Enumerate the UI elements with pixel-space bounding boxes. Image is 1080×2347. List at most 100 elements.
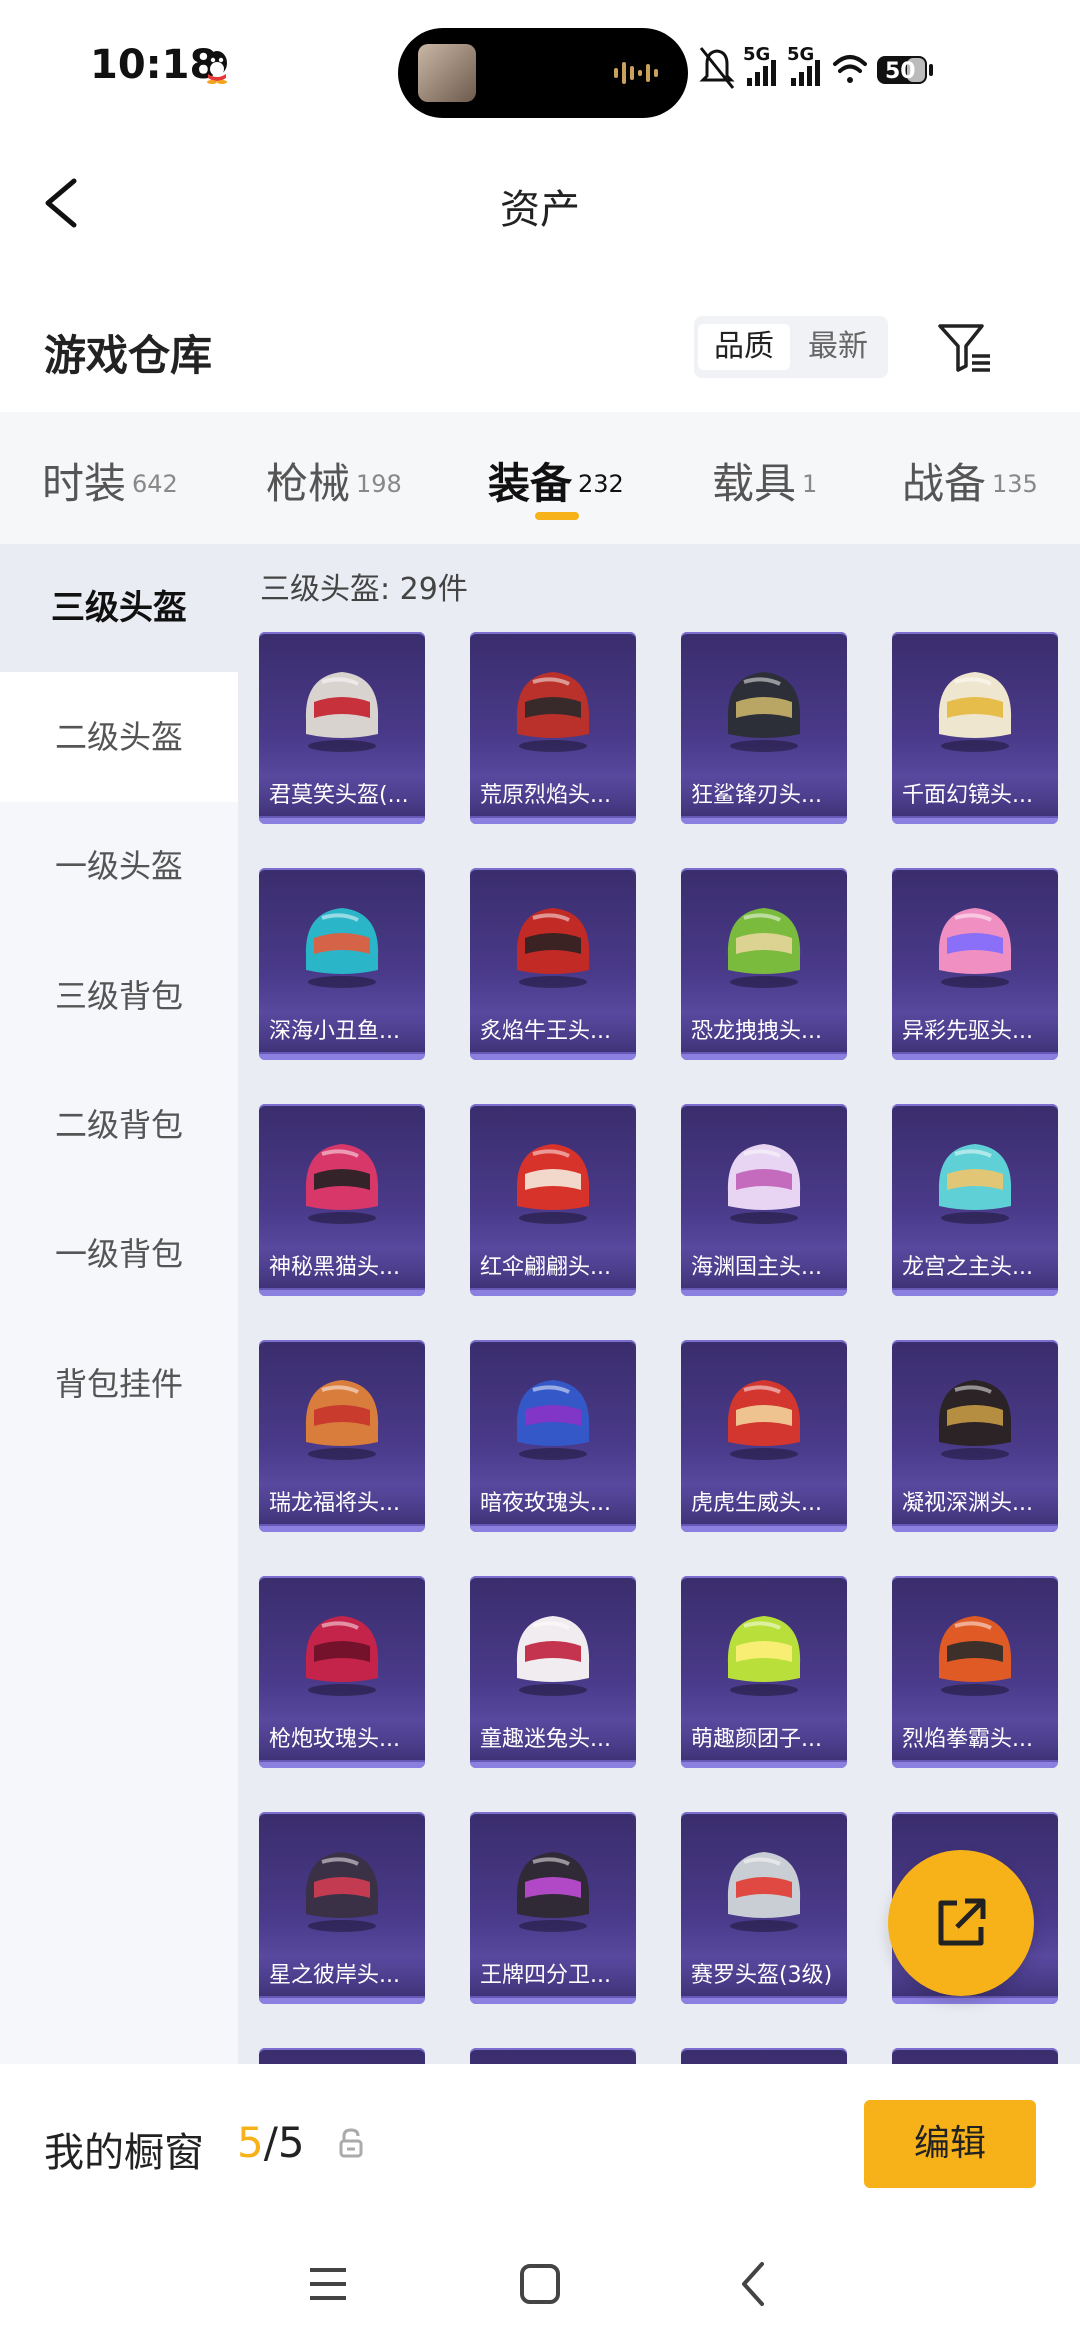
helmet-card[interactable]: 王牌四分卫... — [470, 1812, 636, 2004]
helmet-card[interactable]: 虎虎生威头... — [681, 1340, 847, 1532]
tab-label: 时装 — [42, 459, 127, 508]
helmet-icon — [305, 1380, 379, 1460]
helmet-card[interactable]: 深海小丑鱼... — [259, 868, 425, 1060]
menu-icon[interactable] — [298, 2254, 358, 2314]
sidebar-item-level3-backpack[interactable]: 三级背包 — [0, 932, 238, 1060]
helmet-card[interactable]: 红伞翩翩头... — [470, 1104, 636, 1296]
helmet-name: 荒原烈焰头... — [470, 776, 636, 816]
helmet-card[interactable]: 君莫笑头盔(... — [259, 632, 425, 824]
dynamic-island[interactable] — [398, 28, 688, 118]
helmet-icon — [727, 1852, 801, 1932]
tab-firearms[interactable]: 枪械 198 — [266, 450, 402, 511]
helmet-card[interactable]: 暗夜玫瑰头... — [470, 1340, 636, 1532]
filter-icon[interactable] — [936, 318, 994, 376]
signal-label-1: 5G — [743, 44, 770, 65]
helmet-name: 萌趣颜团子... — [681, 1720, 847, 1760]
helmet-icon — [727, 672, 801, 752]
tab-count: 198 — [356, 469, 402, 498]
home-icon[interactable] — [510, 2254, 570, 2314]
sidebar-item-level2-helmet[interactable]: 二级头盔 — [0, 672, 238, 802]
tab-fashion[interactable]: 时装 642 — [42, 450, 178, 511]
helmet-name: 炙焰牛王头... — [470, 1012, 636, 1052]
helmet-name: 凝视深渊头... — [892, 1484, 1058, 1524]
helmet-card[interactable]: 赛罗头盔(3级) — [681, 1812, 847, 2004]
helmet-icon — [305, 1144, 379, 1224]
helmet-name: 神秘黑猫头... — [259, 1248, 425, 1288]
battery-icon: 50 — [877, 56, 933, 84]
sidebar-item-level1-helmet[interactable]: 一级头盔 — [0, 802, 238, 930]
subcategory-sidebar: 三级头盔 二级头盔 一级头盔 三级背包 二级背包 一级背包 背包挂件 — [0, 544, 238, 2064]
helmet-icon — [516, 1380, 590, 1460]
category-tabs: 时装 642 枪械 198 装备 232 载具 1 战备 135 — [0, 412, 1080, 544]
active-tab-indicator — [535, 512, 579, 520]
helmet-icon — [938, 908, 1012, 988]
helmet-name: 王牌四分卫... — [470, 1956, 636, 1996]
helmet-name: 暗夜玫瑰头... — [470, 1484, 636, 1524]
tab-label: 载具 — [712, 459, 797, 508]
helmet-name: 烈焰拳霸头... — [892, 1720, 1058, 1760]
sort-quality-button[interactable]: 品质 — [698, 324, 790, 370]
media-thumbnail — [418, 44, 476, 102]
edit-button[interactable]: 编辑 — [864, 2100, 1036, 2188]
helmet-name: 君莫笑头盔(... — [259, 776, 425, 816]
helmet-card[interactable]: 狂鲨锋刃头... — [681, 632, 847, 824]
helmet-icon — [305, 1616, 379, 1696]
helmet-card[interactable]: 童趣迷兔头... — [470, 1576, 636, 1768]
helmet-icon — [516, 908, 590, 988]
helmet-card-partial[interactable] — [259, 2048, 425, 2064]
sort-newest-button[interactable]: 最新 — [792, 324, 884, 370]
helmet-icon — [516, 1852, 590, 1932]
helmet-card-partial[interactable] — [681, 2048, 847, 2064]
helmet-card[interactable]: 荒原烈焰头... — [470, 632, 636, 824]
system-nav-bar — [0, 2216, 1080, 2347]
helmet-card[interactable]: 恐龙拽拽头... — [681, 868, 847, 1060]
tab-tactical-gear[interactable]: 战备 135 — [902, 450, 1038, 511]
top-app-bar: 资产 — [0, 135, 1080, 275]
helmet-icon — [938, 1616, 1012, 1696]
signal-label-2: 5G — [787, 44, 814, 65]
helmet-name: 红伞翩翩头... — [470, 1248, 636, 1288]
qq-icon — [207, 51, 227, 84]
status-icons: 5G 5G 50 — [699, 44, 933, 89]
sidebar-item-level3-helmet[interactable]: 三级头盔 — [0, 544, 238, 672]
item-count-label: 三级头盔: 29件 — [260, 572, 468, 607]
helmet-card[interactable]: 炙焰牛王头... — [470, 868, 636, 1060]
helmet-card[interactable]: 烈焰拳霸头... — [892, 1576, 1058, 1768]
status-bar: 10:18 5G 5G 50 — [0, 0, 1080, 135]
helmet-card[interactable]: 海渊国主头... — [681, 1104, 847, 1296]
helmet-card[interactable]: 龙宫之主头... — [892, 1104, 1058, 1296]
helmet-name: 虎虎生威头... — [681, 1484, 847, 1524]
helmet-icon — [727, 1380, 801, 1460]
helmet-card[interactable]: 星之彼岸头... — [259, 1812, 425, 2004]
battery-level: 50 — [885, 59, 916, 84]
helmet-icon — [938, 672, 1012, 752]
helmet-card[interactable]: 千面幻镜头... — [892, 632, 1058, 824]
tab-label: 枪械 — [266, 459, 351, 508]
helmet-card[interactable]: 萌趣颜团子... — [681, 1576, 847, 1768]
helmet-card[interactable]: 异彩先驱头... — [892, 868, 1058, 1060]
mute-bell-icon — [699, 47, 735, 89]
showcase-total: /5 — [263, 2118, 305, 2167]
section-title: 游戏仓库 — [44, 331, 213, 380]
helmet-icon — [516, 1144, 590, 1224]
tab-label: 装备 — [488, 459, 573, 508]
showcase-bar: 我的橱窗 5/5 编辑 — [0, 2066, 1080, 2216]
sidebar-item-level1-backpack[interactable]: 一级背包 — [0, 1190, 238, 1318]
helmet-icon — [305, 1852, 379, 1932]
warehouse-header: 游戏仓库 品质 最新 — [0, 290, 1080, 410]
helmet-card-partial[interactable] — [892, 2048, 1058, 2064]
helmet-card[interactable]: 瑞龙福将头... — [259, 1340, 425, 1532]
helmet-card-partial[interactable] — [470, 2048, 636, 2064]
tab-equipment[interactable]: 装备 232 — [488, 450, 624, 511]
tab-count: 135 — [992, 469, 1038, 498]
tab-label: 战备 — [902, 459, 987, 508]
helmet-name: 深海小丑鱼... — [259, 1012, 425, 1052]
tab-vehicles[interactable]: 载具 1 — [712, 450, 817, 511]
helmet-card[interactable]: 神秘黑猫头... — [259, 1104, 425, 1296]
sidebar-item-level2-backpack[interactable]: 二级背包 — [0, 1061, 238, 1189]
helmet-card[interactable]: 枪炮玫瑰头... — [259, 1576, 425, 1768]
sidebar-item-backpack-charm[interactable]: 背包挂件 — [0, 1320, 238, 1448]
share-fab[interactable] — [888, 1850, 1034, 1996]
helmet-card[interactable]: 凝视深渊头... — [892, 1340, 1058, 1532]
back-icon[interactable] — [724, 2254, 784, 2314]
